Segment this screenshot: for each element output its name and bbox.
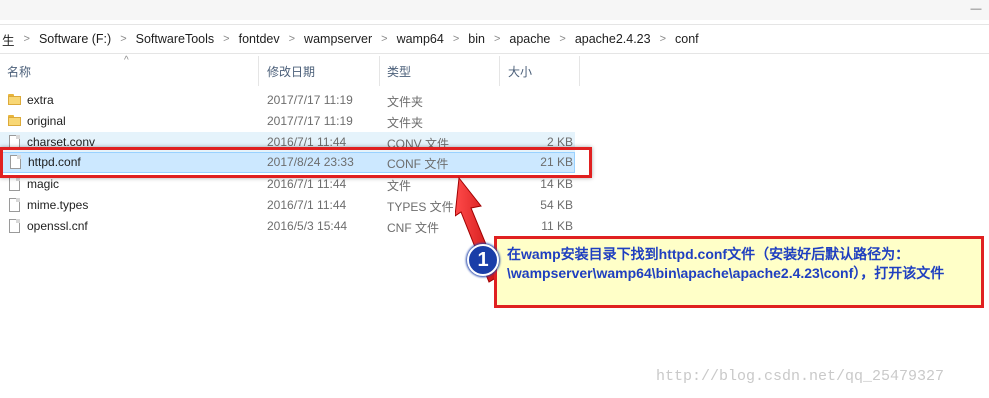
column-header-name[interactable]: 名称 bbox=[7, 63, 31, 80]
file-type: CNF 文件 bbox=[387, 221, 439, 235]
column-header-row: 名称 修改日期 类型 大小 bbox=[0, 56, 580, 86]
file-name: extra bbox=[27, 93, 54, 107]
breadcrumb-item[interactable]: Software (F:) bbox=[37, 32, 113, 46]
breadcrumb-item[interactable]: apache2.4.23 bbox=[573, 32, 653, 46]
annotation-text: 在wamp安装目录下找到httpd.conf文件（安装好后默认路径为：\wamp… bbox=[507, 246, 945, 281]
breadcrumb-item[interactable]: 生 bbox=[0, 30, 17, 49]
file-name: openssl.cnf bbox=[27, 219, 88, 233]
file-name: mime.types bbox=[27, 198, 89, 212]
file-icon bbox=[9, 198, 20, 212]
chevron-right-icon[interactable]: > bbox=[552, 33, 572, 45]
chevron-right-icon[interactable]: > bbox=[113, 33, 133, 45]
column-divider[interactable] bbox=[579, 56, 580, 86]
file-size: 14 KB bbox=[540, 177, 573, 191]
window-top-strip: — bbox=[0, 0, 989, 20]
minimize-icon[interactable]: — bbox=[969, 3, 983, 15]
file-icon bbox=[9, 219, 20, 233]
file-type: TYPES 文件 bbox=[387, 200, 454, 214]
file-modified: 2016/7/1 11:44 bbox=[267, 177, 347, 191]
chevron-right-icon[interactable]: > bbox=[17, 33, 37, 45]
chevron-right-icon[interactable]: > bbox=[282, 33, 302, 45]
step-number-badge: 1 bbox=[467, 244, 499, 276]
breadcrumb-item[interactable]: fontdev bbox=[237, 32, 282, 46]
chevron-right-icon[interactable]: > bbox=[374, 33, 394, 45]
address-bar[interactable]: 生 > Software (F:) > SoftwareTools > font… bbox=[0, 24, 989, 54]
file-name: original bbox=[27, 114, 66, 128]
file-modified: 2016/5/3 15:44 bbox=[267, 219, 348, 233]
column-divider[interactable] bbox=[379, 56, 380, 86]
watermark: http://blog.csdn.net/qq_25479327 bbox=[656, 368, 945, 385]
column-header-modified[interactable]: 修改日期 bbox=[267, 63, 315, 80]
file-type: 文件 bbox=[387, 179, 412, 193]
annotation-callout: 在wamp安装目录下找到httpd.conf文件（安装好后默认路径为：\wamp… bbox=[494, 236, 984, 308]
column-divider[interactable] bbox=[258, 56, 259, 86]
breadcrumb-item[interactable]: bin bbox=[466, 32, 487, 46]
breadcrumb-item[interactable]: wampserver bbox=[302, 32, 374, 46]
breadcrumb-item-current[interactable]: conf bbox=[673, 32, 701, 46]
file-icon bbox=[9, 177, 20, 191]
file-modified: 2016/7/1 11:44 bbox=[267, 198, 347, 212]
folder-icon bbox=[8, 115, 21, 126]
file-row[interactable]: original 2017/7/17 11:19 文件夹 bbox=[0, 111, 575, 132]
chevron-right-icon[interactable]: > bbox=[653, 33, 673, 45]
file-size: 54 KB bbox=[540, 198, 573, 212]
highlight-box bbox=[0, 147, 592, 178]
chevron-right-icon[interactable]: > bbox=[446, 33, 466, 45]
column-divider[interactable] bbox=[499, 56, 500, 86]
file-size: 11 KB bbox=[541, 219, 573, 233]
file-type: 文件夹 bbox=[387, 116, 424, 130]
chevron-right-icon[interactable]: > bbox=[487, 33, 507, 45]
file-row[interactable]: extra 2017/7/17 11:19 文件夹 bbox=[0, 90, 575, 111]
breadcrumb-item[interactable]: wamp64 bbox=[395, 32, 446, 46]
file-modified: 2017/7/17 11:19 bbox=[267, 114, 353, 128]
breadcrumb-item[interactable]: apache bbox=[507, 32, 552, 46]
breadcrumb-item[interactable]: SoftwareTools bbox=[134, 32, 217, 46]
file-name: magic bbox=[27, 177, 60, 191]
folder-icon bbox=[8, 94, 21, 105]
file-type: 文件夹 bbox=[387, 95, 424, 109]
breadcrumb: 生 > Software (F:) > SoftwareTools > font… bbox=[0, 30, 701, 48]
chevron-right-icon[interactable]: > bbox=[216, 33, 236, 45]
column-header-size[interactable]: 大小 bbox=[508, 63, 532, 80]
file-modified: 2017/7/17 11:19 bbox=[267, 93, 353, 107]
column-header-type[interactable]: 类型 bbox=[387, 63, 411, 80]
